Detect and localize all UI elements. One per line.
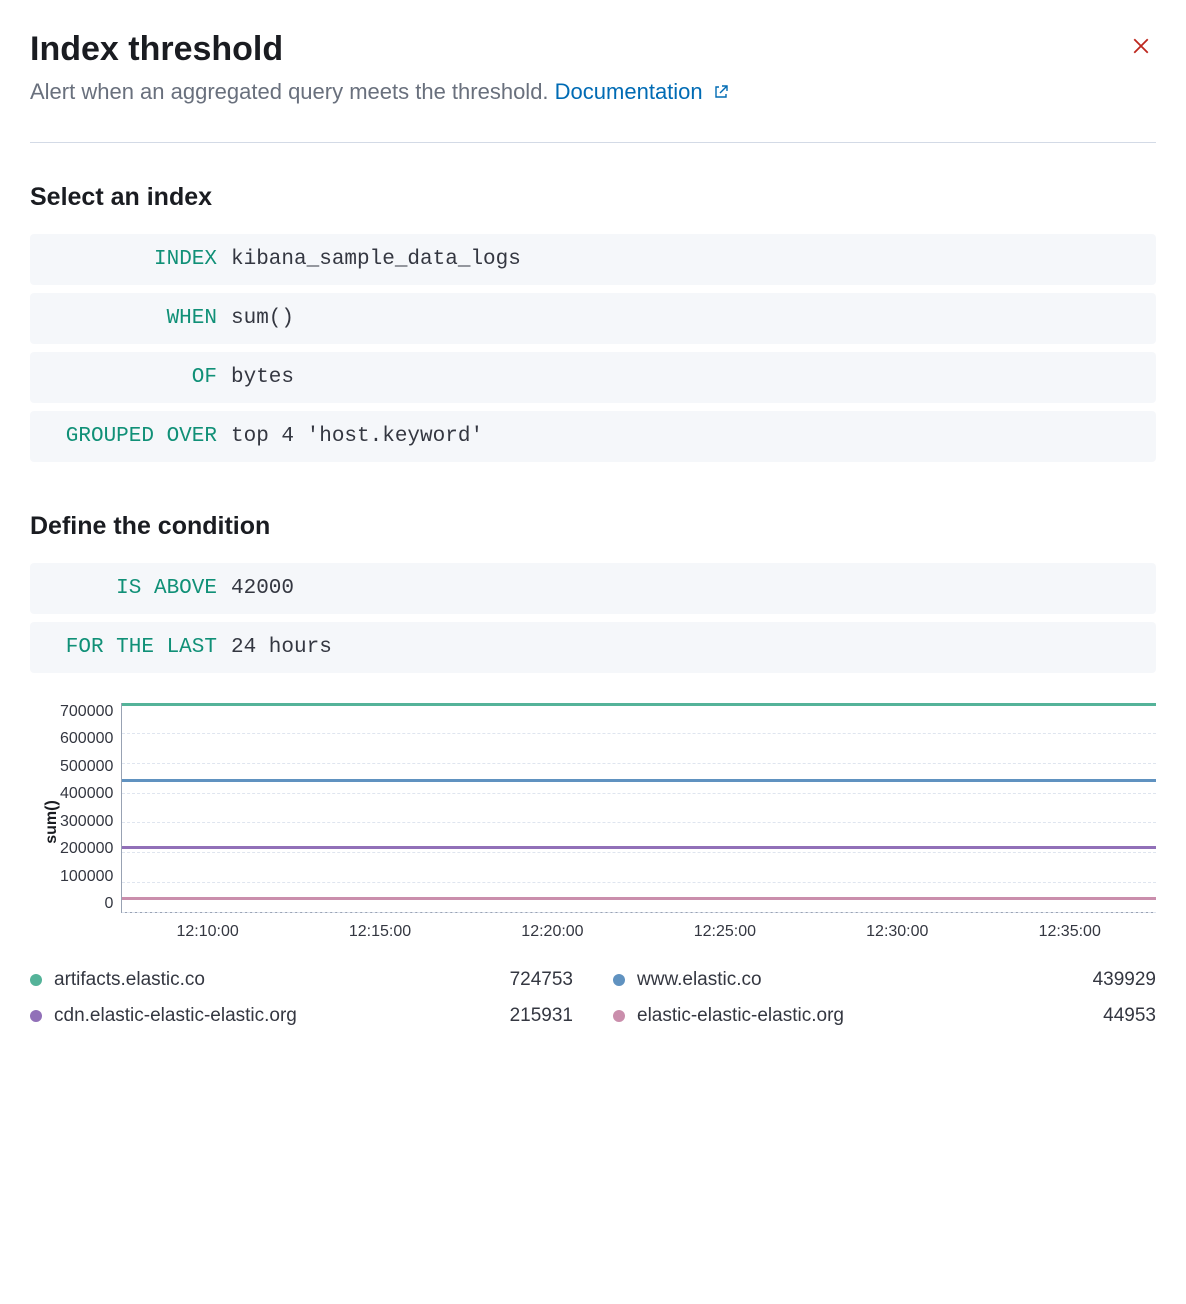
series-line (122, 779, 1156, 782)
expr-value: sum() (231, 307, 294, 330)
legend-name: elastic-elastic-elastic.org (637, 1005, 1103, 1027)
y-tick: 700000 (60, 703, 113, 721)
y-tick: 200000 (60, 840, 113, 858)
x-tick: 12:35:00 (1039, 923, 1101, 941)
x-tick: 12:30:00 (866, 923, 928, 941)
expr-label: GROUPED OVER (46, 425, 231, 448)
chart-plot-area (121, 703, 1156, 913)
legend-name: www.elastic.co (637, 969, 1093, 991)
page-subtitle: Alert when an aggregated query meets the… (30, 79, 1156, 106)
expr-value: bytes (231, 366, 294, 389)
gridline (122, 852, 1156, 853)
expr-label: IS ABOVE (46, 577, 231, 600)
legend-dot-icon (613, 974, 625, 986)
legend-dot-icon (30, 974, 42, 986)
divider (30, 142, 1156, 143)
expr-value: top 4 'host.keyword' (231, 425, 483, 448)
expr-value: 42000 (231, 577, 294, 600)
chart-y-axis: 700000 600000 500000 400000 300000 200000 1000… (60, 703, 121, 913)
subtitle-text: Alert when an aggregated query meets the… (30, 79, 549, 104)
legend-item[interactable]: artifacts.elastic.co724753 (30, 969, 573, 991)
select-index-heading: Select an index (30, 183, 1156, 212)
y-tick: 100000 (60, 868, 113, 886)
legend-item[interactable]: elastic-elastic-elastic.org44953 (613, 1005, 1156, 1027)
x-tick: 12:20:00 (521, 923, 583, 941)
define-condition-heading: Define the condition (30, 512, 1156, 541)
series-line (122, 846, 1156, 849)
chart-y-axis-label: sum() (43, 800, 61, 844)
expr-value: kibana_sample_data_logs (231, 248, 521, 271)
series-line (122, 897, 1156, 900)
close-button[interactable] (1126, 30, 1156, 66)
legend-value: 44953 (1103, 1005, 1156, 1027)
legend-name: cdn.elastic-elastic-elastic.org (54, 1005, 510, 1027)
expr-label: INDEX (46, 248, 231, 271)
legend-dot-icon (30, 1010, 42, 1022)
external-link-icon (713, 80, 729, 106)
chart-container: sum() 700000 600000 500000 400000 300000 2000… (30, 703, 1156, 941)
x-tick: 12:15:00 (349, 923, 411, 941)
chart-x-axis: 12:10:00 12:15:00 12:20:00 12:25:00 12:30:00… (121, 913, 1156, 941)
expr-label: FOR THE LAST (46, 636, 231, 659)
expr-label: WHEN (46, 307, 231, 330)
legend-value: 724753 (510, 969, 573, 991)
x-tick: 12:10:00 (176, 923, 238, 941)
y-tick: 300000 (60, 813, 113, 831)
index-expression[interactable]: INDEX kibana_sample_data_logs (30, 234, 1156, 285)
page-title: Index threshold (30, 30, 283, 69)
y-tick: 400000 (60, 785, 113, 803)
gridline (122, 733, 1156, 734)
of-expression[interactable]: OF bytes (30, 352, 1156, 403)
grouped-over-expression[interactable]: GROUPED OVER top 4 'host.keyword' (30, 411, 1156, 462)
expr-value: 24 hours (231, 636, 332, 659)
expr-label: OF (46, 366, 231, 389)
gridline (122, 882, 1156, 883)
legend-dot-icon (613, 1010, 625, 1022)
y-tick: 600000 (60, 730, 113, 748)
gridline (122, 912, 1156, 913)
for-the-last-expression[interactable]: FOR THE LAST 24 hours (30, 622, 1156, 673)
select-index-rows: INDEX kibana_sample_data_logs WHEN sum()… (30, 234, 1156, 462)
gridline (122, 763, 1156, 764)
close-icon (1132, 37, 1150, 55)
gridline (122, 822, 1156, 823)
when-expression[interactable]: WHEN sum() (30, 293, 1156, 344)
gridline (122, 793, 1156, 794)
legend-value: 215931 (510, 1005, 573, 1027)
legend-item[interactable]: cdn.elastic-elastic-elastic.org215931 (30, 1005, 573, 1027)
series-line (122, 703, 1156, 706)
documentation-link[interactable]: Documentation (555, 79, 729, 104)
legend-value: 439929 (1093, 969, 1156, 991)
y-tick: 500000 (60, 758, 113, 776)
chart-legend: artifacts.elastic.co724753 www.elastic.co… (30, 969, 1156, 1027)
legend-name: artifacts.elastic.co (54, 969, 510, 991)
legend-item[interactable]: www.elastic.co439929 (613, 969, 1156, 991)
x-tick: 12:25:00 (694, 923, 756, 941)
y-tick: 0 (104, 895, 113, 913)
is-above-expression[interactable]: IS ABOVE 42000 (30, 563, 1156, 614)
define-condition-rows: IS ABOVE 42000 FOR THE LAST 24 hours (30, 563, 1156, 673)
documentation-link-label: Documentation (555, 79, 703, 104)
